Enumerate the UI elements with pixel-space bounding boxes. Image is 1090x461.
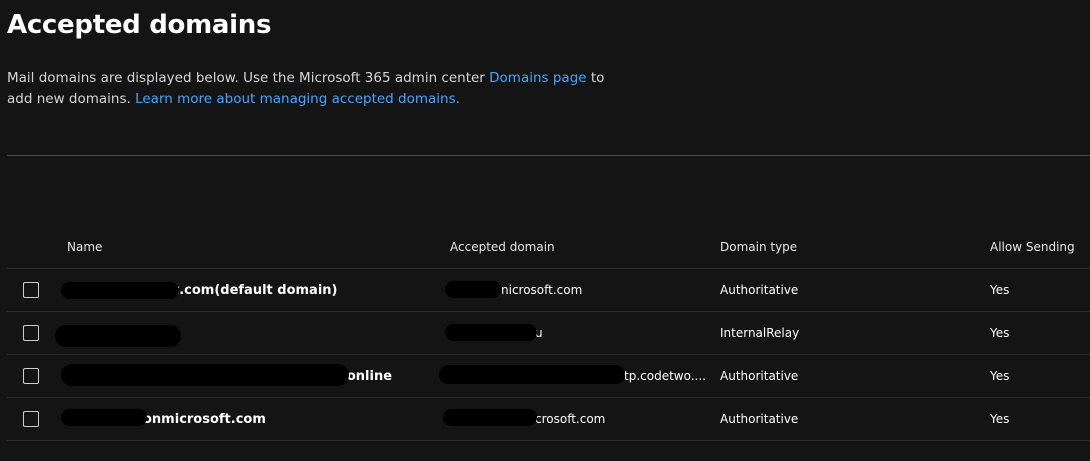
column-header-name[interactable]: Name xyxy=(67,226,102,268)
allow-sending: Yes xyxy=(990,369,1010,383)
accepted-domains-page: Accepted domains Mail domains are displa… xyxy=(0,0,1090,461)
learn-more-link[interactable]: Learn more about managing accepted domai… xyxy=(135,91,460,107)
page-description: Mail domains are displayed below. Use th… xyxy=(7,68,627,110)
domain-name: onmicrosoft.com xyxy=(143,411,266,427)
table-header-row: Name Accepted domain Domain type Allow S… xyxy=(7,226,1090,269)
domain-name: t.com(default domain) xyxy=(173,282,338,298)
row-checkbox[interactable] xyxy=(23,368,39,384)
row-checkbox[interactable] xyxy=(23,282,39,298)
domains-table: Name Accepted domain Domain type Allow S… xyxy=(7,226,1090,441)
redaction-mark xyxy=(55,325,181,347)
row-checkbox[interactable] xyxy=(23,411,39,427)
description-prefix: Mail domains are displayed below. Use th… xyxy=(7,70,490,86)
domain-type: Authoritative xyxy=(720,283,799,297)
redaction-mark xyxy=(61,282,179,299)
domain-type: Authoritative xyxy=(720,412,799,426)
accepted-domain: tp.codetwo.... xyxy=(624,369,706,383)
table-row[interactable]: u InternalRelay Yes xyxy=(7,312,1090,355)
table-row[interactable]: t.com(default domain) nicrosoft.com Auth… xyxy=(7,269,1090,312)
redaction-mark xyxy=(445,281,502,298)
domains-page-link[interactable]: Domains page xyxy=(489,70,586,86)
column-header-allow-sending[interactable]: Allow Sending xyxy=(990,226,1075,268)
redaction-mark xyxy=(443,409,537,426)
allow-sending: Yes xyxy=(990,283,1010,297)
allow-sending: Yes xyxy=(990,412,1010,426)
row-checkbox[interactable] xyxy=(23,325,39,341)
domain-type: Authoritative xyxy=(720,369,799,383)
redaction-mark xyxy=(61,364,349,386)
redaction-mark xyxy=(445,324,537,341)
allow-sending: Yes xyxy=(990,326,1010,340)
domain-type: InternalRelay xyxy=(720,326,800,340)
accepted-domain: crosoft.com xyxy=(535,412,606,426)
column-header-accepted-domain[interactable]: Accepted domain xyxy=(450,226,555,268)
table-row[interactable]: o.online tp.codetwo.... Authoritative Ye… xyxy=(7,355,1090,398)
redaction-mark xyxy=(61,409,147,426)
page-title: Accepted domains xyxy=(7,10,272,40)
redaction-mark xyxy=(439,365,625,384)
table-row[interactable]: onmicrosoft.com crosoft.com Authoritativ… xyxy=(7,398,1090,441)
accepted-domain: nicrosoft.com xyxy=(501,283,583,297)
section-divider xyxy=(7,155,1090,156)
column-header-domain-type[interactable]: Domain type xyxy=(720,226,797,268)
